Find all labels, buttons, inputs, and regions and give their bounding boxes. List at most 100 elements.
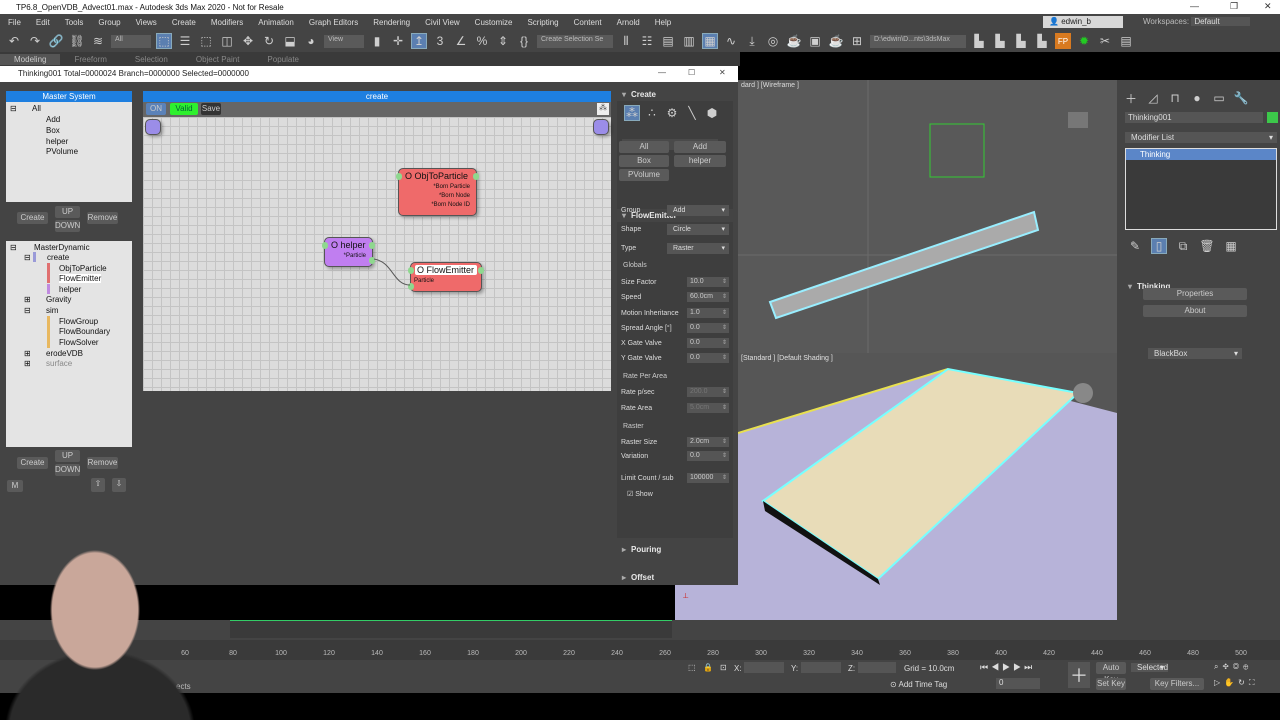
menu-create[interactable]: Create <box>172 18 196 27</box>
modifier-stack-item[interactable]: Thinking <box>1126 149 1276 160</box>
minimize-button[interactable]: — <box>658 68 666 77</box>
helper-button[interactable]: helper <box>674 155 726 167</box>
list-item[interactable]: Add <box>46 115 60 124</box>
layout-icon[interactable]: ⁂ <box>597 103 609 115</box>
node-icon[interactable]: ∴ <box>644 105 660 121</box>
rate-area-spinner[interactable]: 5.0cm <box>687 403 729 413</box>
z-coord-field[interactable] <box>858 662 896 673</box>
remove-button[interactable]: Remove <box>87 212 118 224</box>
scene-explorer-icon[interactable]: ▥ <box>681 33 697 49</box>
modify-tab-icon[interactable]: ◿ <box>1145 90 1161 106</box>
hierarchy-tab-icon[interactable]: ⊓ <box>1167 90 1183 106</box>
on-button[interactable]: ON <box>146 103 166 115</box>
pin-stack-icon[interactable]: ✎ <box>1127 238 1143 254</box>
project-icon-1[interactable]: ▙ <box>971 33 987 49</box>
y-coord-field[interactable] <box>801 662 841 673</box>
show-checkbox[interactable]: ☑ Show <box>627 490 653 498</box>
expand-icon[interactable]: ⊞ <box>24 349 31 358</box>
close-button[interactable]: ✕ <box>1264 1 1272 12</box>
cube-icon[interactable]: ⬢ <box>704 105 720 121</box>
angle-snap-icon[interactable]: ∠ <box>453 33 469 49</box>
create-button[interactable]: Create <box>17 457 48 469</box>
x-gate-valve-spinner[interactable]: 0.0 <box>687 338 729 348</box>
playback-controls[interactable]: ⏮◀▶▶⏭ <box>980 662 1035 673</box>
menu-help[interactable]: Help <box>655 18 671 27</box>
rotate-icon[interactable]: ↻ <box>261 33 277 49</box>
workspace-dropdown[interactable]: Default <box>1191 17 1250 26</box>
valid-button[interactable]: Valid <box>170 103 198 115</box>
set-key-plus-icon[interactable]: ＋ <box>1068 662 1090 688</box>
gear-icon[interactable]: ⚙ <box>664 105 680 121</box>
limit-count-spinner[interactable]: 100000 <box>687 473 729 483</box>
tab-selection[interactable]: Selection <box>121 54 182 65</box>
pouring-rollout-header[interactable]: Pouring <box>617 543 733 556</box>
show-end-result-icon[interactable]: ▯ <box>1151 238 1167 254</box>
motion-tab-icon[interactable]: ● <box>1189 90 1205 106</box>
tab-populate[interactable]: Populate <box>253 54 313 65</box>
collapse-icon[interactable]: ⊟ <box>10 104 17 113</box>
tab-freeform[interactable]: Freeform <box>60 54 120 65</box>
viewport-label[interactable]: [Standard ] [Default Shading ] <box>741 355 833 362</box>
remove-button[interactable]: Remove <box>87 457 118 469</box>
ribbon-toggle-icon[interactable]: ▦ <box>702 33 718 49</box>
tree-item-surface[interactable]: surface <box>46 359 72 368</box>
menu-file[interactable]: File <box>8 18 21 27</box>
menu-tools[interactable]: Tools <box>65 18 84 27</box>
render-icon[interactable]: ☕ <box>828 33 844 49</box>
maximize-button[interactable]: ☐ <box>688 68 695 77</box>
configure-sets-icon[interactable]: ▦ <box>1223 238 1239 254</box>
tree-root[interactable]: MasterDynamic <box>34 243 90 252</box>
spinner-snap-icon[interactable]: ⇕ <box>495 33 511 49</box>
key-filters-button[interactable]: Key Filters... <box>1150 678 1204 690</box>
curve-editor-icon[interactable]: ∿ <box>723 33 739 49</box>
tree-item-sim[interactable]: sim <box>46 306 58 315</box>
x-coord-field[interactable] <box>744 662 784 673</box>
menu-views[interactable]: Views <box>136 18 157 27</box>
tools-icon[interactable]: ✂ <box>1097 33 1113 49</box>
offset-rollout-header[interactable]: Offset <box>617 571 733 584</box>
collapse-icon[interactable]: ⊟ <box>24 306 31 315</box>
up-button[interactable]: UP <box>55 450 80 462</box>
list-item[interactable]: Box <box>46 126 60 135</box>
rendered-frame-icon[interactable]: ▣ <box>807 33 823 49</box>
display-tab-icon[interactable]: ▭ <box>1211 90 1227 106</box>
align-icon[interactable]: ☷ <box>639 33 655 49</box>
speed-spinner[interactable]: 60.0cm <box>687 292 729 302</box>
tab-modeling[interactable]: Modeling <box>0 53 61 65</box>
raster-size-spinner[interactable]: 2.0cm <box>687 437 729 447</box>
redo-icon[interactable]: ↷ <box>27 33 43 49</box>
bug-icon[interactable]: ✹ <box>1076 33 1092 49</box>
manipulate-icon[interactable]: ↥ <box>411 33 427 49</box>
named-selection-icon[interactable]: {} <box>516 33 532 49</box>
list-icon[interactable]: ▤ <box>1118 33 1134 49</box>
link-icon[interactable]: 🔗 <box>48 33 64 49</box>
remove-modifier-icon[interactable]: 🗑 <box>1199 238 1215 254</box>
box-button[interactable]: Box <box>619 155 669 167</box>
render-grid-icon[interactable]: ⊞ <box>849 33 865 49</box>
type-dropdown[interactable]: Raster <box>667 242 729 254</box>
y-gate-valve-spinner[interactable]: 0.0 <box>687 353 729 363</box>
pivot-icon[interactable]: ▮ <box>369 33 385 49</box>
project-icon-2[interactable]: ▙ <box>992 33 1008 49</box>
group-dropdown[interactable]: Add <box>667 204 729 216</box>
viewport-label[interactable]: dard ] [Wireframe ] <box>741 82 799 89</box>
current-frame-field[interactable]: 0 <box>996 678 1040 689</box>
object-color-swatch[interactable] <box>1267 112 1278 123</box>
spread-angle-spinner[interactable]: 0.0 <box>687 323 729 333</box>
unlink-icon[interactable]: ⛓ <box>69 33 85 49</box>
all-button[interactable]: All <box>619 141 669 153</box>
bind-space-warp-icon[interactable]: ≋ <box>90 33 106 49</box>
layer-explorer-icon[interactable]: ▤ <box>660 33 676 49</box>
tree-item-flowsolver[interactable]: FlowSolver <box>59 338 99 347</box>
window-crossing-icon[interactable]: ◫ <box>219 33 235 49</box>
schematic-view-icon[interactable]: ⤓ <box>744 33 760 49</box>
menu-content[interactable]: Content <box>574 18 602 27</box>
tree-item-helper[interactable]: helper <box>59 285 81 294</box>
menu-animation[interactable]: Animation <box>258 18 294 27</box>
collapse-icon[interactable]: ⊟ <box>24 253 31 262</box>
scale-icon[interactable]: ⬓ <box>282 33 298 49</box>
project-path-dropdown[interactable]: D:\edwin\D...nts\3dsMax <box>870 34 966 48</box>
undo-icon[interactable]: ↶ <box>6 33 22 49</box>
key-selection-dropdown[interactable]: Selected <box>1131 663 1169 672</box>
move-icon[interactable]: ✥ <box>240 33 256 49</box>
